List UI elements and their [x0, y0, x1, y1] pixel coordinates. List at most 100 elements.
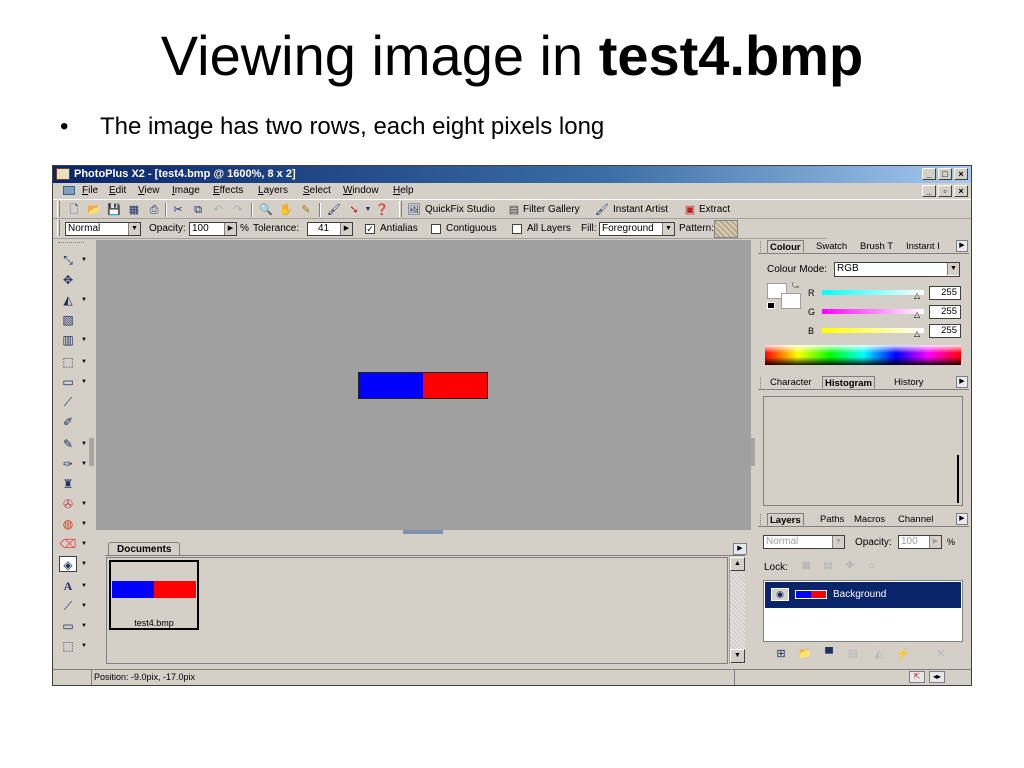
left-splitter[interactable]: [89, 438, 94, 466]
node-edit-icon[interactable]: ⬚: [59, 638, 77, 654]
tab-colour[interactable]: Colour: [767, 240, 804, 253]
chevron-down-icon[interactable]: ▼: [81, 374, 87, 390]
panel-menu-button[interactable]: ▶: [956, 513, 968, 525]
chevron-down-icon[interactable]: ▼: [81, 292, 87, 308]
tab-channels[interactable]: Channel: [898, 513, 933, 526]
red-eye-icon[interactable]: ✇: [59, 496, 77, 512]
resize-icon[interactable]: ⇱: [909, 671, 925, 683]
fill-tool-icon[interactable]: ◈: [59, 556, 77, 572]
tab-paths[interactable]: Paths: [820, 513, 844, 526]
hand-icon[interactable]: ✋: [279, 203, 293, 217]
menu-image[interactable]: Image: [172, 183, 200, 198]
copy-icon[interactable]: ⧉: [191, 203, 205, 217]
shape-select-icon[interactable]: ▭: [59, 374, 77, 390]
menu-edit[interactable]: Edit: [109, 183, 126, 198]
new-group-icon[interactable]: 📁: [798, 647, 812, 661]
crop-tool-icon[interactable]: ▥: [59, 332, 77, 348]
menu-help[interactable]: Help: [393, 183, 414, 198]
layer-opacity-input[interactable]: 100 ▶: [898, 535, 942, 549]
redo-icon[interactable]: ↷: [231, 203, 245, 217]
lock-transparency-icon[interactable]: ▦: [800, 560, 812, 572]
blend-mode-select[interactable]: Normal ▼: [65, 222, 141, 236]
layer-row-background[interactable]: ◉ Background: [765, 582, 961, 608]
new-icon[interactable]: 🗋: [67, 203, 81, 217]
doc-restore-button[interactable]: ▫: [938, 185, 952, 197]
lock-all-icon[interactable]: ⌂: [866, 560, 878, 572]
layer-mask-icon[interactable]: ▀: [822, 647, 836, 661]
navigator-icon[interactable]: ◂▸: [929, 671, 945, 683]
contiguous-checkbox[interactable]: [431, 224, 441, 234]
document-thumbnail[interactable]: test4.bmp: [109, 560, 199, 630]
quickfix-icon[interactable]: 🖼: [407, 203, 421, 217]
image-test4[interactable]: [358, 372, 488, 399]
chevron-down-icon[interactable]: ▼: [81, 516, 87, 532]
delete-layer-icon[interactable]: ✕: [934, 647, 948, 661]
cut-icon[interactable]: ✂: [171, 203, 185, 217]
menu-effects[interactable]: Effects: [213, 183, 243, 198]
menu-file[interactable]: File: [82, 183, 98, 198]
stamp-icon[interactable]: ♜: [59, 476, 77, 492]
minimize-button[interactable]: _: [922, 168, 936, 180]
undo-icon[interactable]: ↶: [211, 203, 225, 217]
panel-grip[interactable]: [760, 514, 764, 525]
text-tool-icon[interactable]: A: [59, 578, 77, 594]
eye-icon[interactable]: ◉: [771, 588, 789, 601]
red-value-input[interactable]: 255: [929, 286, 961, 300]
documents-scrollbar[interactable]: ▲ ▼: [729, 557, 745, 664]
print-icon[interactable]: ⎙: [147, 203, 161, 217]
panel-menu-button[interactable]: ▶: [733, 543, 747, 555]
straighten-tool-icon[interactable]: ▧: [59, 312, 77, 328]
zoom-icon[interactable]: 🔍: [259, 203, 273, 217]
fill-select[interactable]: Foreground ▼: [599, 222, 675, 236]
canvas-splitter[interactable]: [403, 530, 443, 534]
panel-menu-button[interactable]: ▶: [956, 240, 968, 252]
tab-character[interactable]: Character: [770, 376, 812, 389]
scan-icon[interactable]: ▦: [127, 203, 141, 217]
tab-macros[interactable]: Macros: [854, 513, 885, 526]
open-icon[interactable]: 📂: [87, 203, 101, 217]
merge-layers-icon[interactable]: ▤: [846, 647, 860, 661]
tab-histogram[interactable]: Histogram: [822, 376, 875, 389]
new-layer-icon[interactable]: ⊞: [774, 647, 788, 661]
red-slider-thumb[interactable]: △: [914, 291, 920, 300]
panel-grip[interactable]: [760, 377, 764, 388]
window-titlebar[interactable]: PhotoPlus X2 - [test4.bmp @ 1600%, 8 x 2…: [53, 166, 971, 183]
menu-select[interactable]: Select: [303, 183, 331, 198]
instant-artist-button[interactable]: Instant Artist: [613, 203, 668, 217]
selection-tool-icon[interactable]: ⬚: [59, 354, 77, 370]
all-layers-checkbox[interactable]: [512, 224, 522, 234]
clone-brush-icon[interactable]: ✑: [59, 456, 77, 472]
paintbrush-icon[interactable]: ✎: [59, 436, 77, 452]
chevron-down-icon[interactable]: ▼: [81, 598, 87, 614]
swap-colours-icon[interactable]: ⤿: [792, 281, 799, 291]
colour-spectrum[interactable]: [765, 345, 961, 365]
filter-gallery-icon[interactable]: ▤: [507, 203, 521, 217]
blue-slider-thumb[interactable]: △: [914, 329, 920, 338]
chevron-down-icon[interactable]: ▼: [81, 436, 87, 452]
documents-tab[interactable]: Documents: [108, 542, 181, 556]
panel-menu-button[interactable]: ▶: [956, 376, 968, 388]
canvas-area[interactable]: [96, 240, 751, 530]
menu-layers[interactable]: Layers: [258, 183, 288, 198]
chevron-down-icon[interactable]: ▼: [81, 536, 87, 552]
menu-view[interactable]: View: [138, 183, 160, 198]
tab-history[interactable]: History: [894, 376, 924, 389]
green-slider-thumb[interactable]: △: [914, 310, 920, 319]
effects-icon[interactable]: ⚡: [896, 647, 910, 661]
eyedropper-icon[interactable]: ✐: [59, 414, 77, 430]
chevron-down-icon[interactable]: ▼: [81, 332, 87, 348]
doc-minimize-button[interactable]: _: [922, 185, 936, 197]
blue-value-input[interactable]: 255: [929, 324, 961, 338]
adjustment-layer-icon[interactable]: ◭: [872, 647, 886, 661]
eraser-icon[interactable]: ✎: [299, 203, 313, 217]
lock-position-icon[interactable]: ✥: [844, 560, 856, 572]
move-tool-icon[interactable]: ⤡: [59, 252, 77, 268]
filter-gallery-button[interactable]: Filter Gallery: [523, 203, 580, 217]
blue-slider[interactable]: [822, 328, 924, 333]
opacity-input[interactable]: 100 ▶: [189, 222, 237, 236]
tab-brush-tip[interactable]: Brush T: [860, 240, 893, 253]
perspective-tool-icon[interactable]: ◭: [59, 292, 77, 308]
extract-button[interactable]: Extract: [699, 203, 730, 217]
save-icon[interactable]: 💾: [107, 203, 121, 217]
toolbar-grip[interactable]: [58, 242, 84, 245]
